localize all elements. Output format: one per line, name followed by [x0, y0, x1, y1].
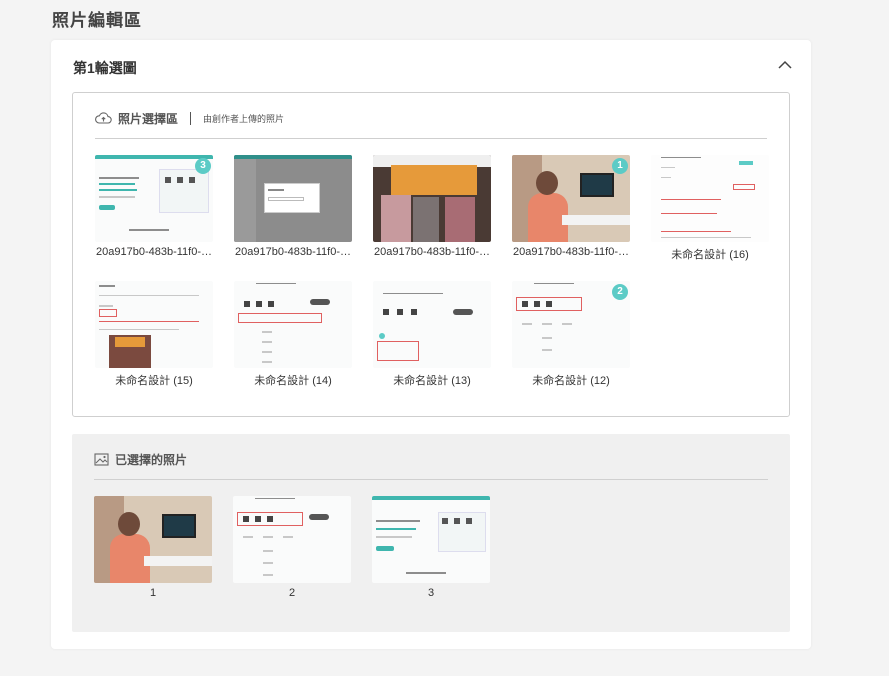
photo-thumb[interactable]: 2	[512, 281, 630, 368]
photo-label: 未命名設計 (14)	[254, 375, 332, 387]
photo-thumb[interactable]: 1	[512, 155, 630, 242]
photo-label: 20a917b0-483b-11f0-…	[374, 246, 490, 258]
title-separator	[190, 111, 192, 125]
selection-order-badge: 2	[612, 284, 628, 300]
photo-label: 未命名設計 (13)	[393, 375, 471, 387]
selected-photo-thumb[interactable]	[94, 496, 212, 583]
photo-thumb[interactable]	[234, 155, 352, 242]
photo-label: 20a917b0-483b-11f0-…	[513, 246, 629, 258]
selected-photos-panel: 已選擇的照片 1 2 3	[72, 434, 790, 632]
collapse-button[interactable]	[775, 54, 795, 74]
photo-thumb[interactable]	[234, 281, 352, 368]
selection-order-badge: 3	[195, 158, 211, 174]
photo-label: 未命名設計 (12)	[532, 375, 610, 387]
photo-thumb[interactable]: 3	[95, 155, 213, 242]
selected-photos-title: 已選擇的照片	[115, 452, 188, 467]
selected-photo-label: 3	[427, 587, 435, 599]
image-icon	[94, 452, 109, 466]
selected-photo-label: 2	[288, 587, 296, 599]
selection-order-badge: 1	[612, 158, 628, 174]
selected-photo-thumb[interactable]	[233, 496, 351, 583]
round-title: 第1輪選圖	[73, 60, 137, 76]
photo-select-title: 照片選擇區	[118, 111, 179, 126]
photo-select-subtitle: 由創作者上傳的照片	[203, 113, 285, 124]
divider	[95, 138, 767, 139]
photo-thumb[interactable]	[373, 281, 491, 368]
photo-thumb[interactable]	[373, 155, 491, 242]
round-card: 第1輪選圖 照片選擇區 由創作者上傳的照片 3 20a917b0-483b-11…	[51, 40, 811, 649]
chevron-up-icon	[778, 60, 792, 69]
photo-thumb[interactable]	[95, 281, 213, 368]
photo-label: 20a917b0-483b-11f0-…	[235, 246, 351, 258]
selected-photo-thumb[interactable]	[372, 496, 490, 583]
selected-photo-label: 1	[149, 587, 157, 599]
photo-label: 未命名設計 (15)	[115, 375, 193, 387]
photo-thumb[interactable]	[651, 155, 769, 242]
photo-label: 未命名設計 (16)	[671, 249, 749, 261]
divider	[94, 479, 768, 480]
photo-select-panel: 照片選擇區 由創作者上傳的照片 3 20a917b0-483b-11f0-… 2…	[72, 92, 790, 417]
cloud-upload-icon	[95, 112, 112, 124]
photo-label: 20a917b0-483b-11f0-…	[96, 246, 212, 258]
page-title: 照片編輯區	[52, 11, 142, 30]
